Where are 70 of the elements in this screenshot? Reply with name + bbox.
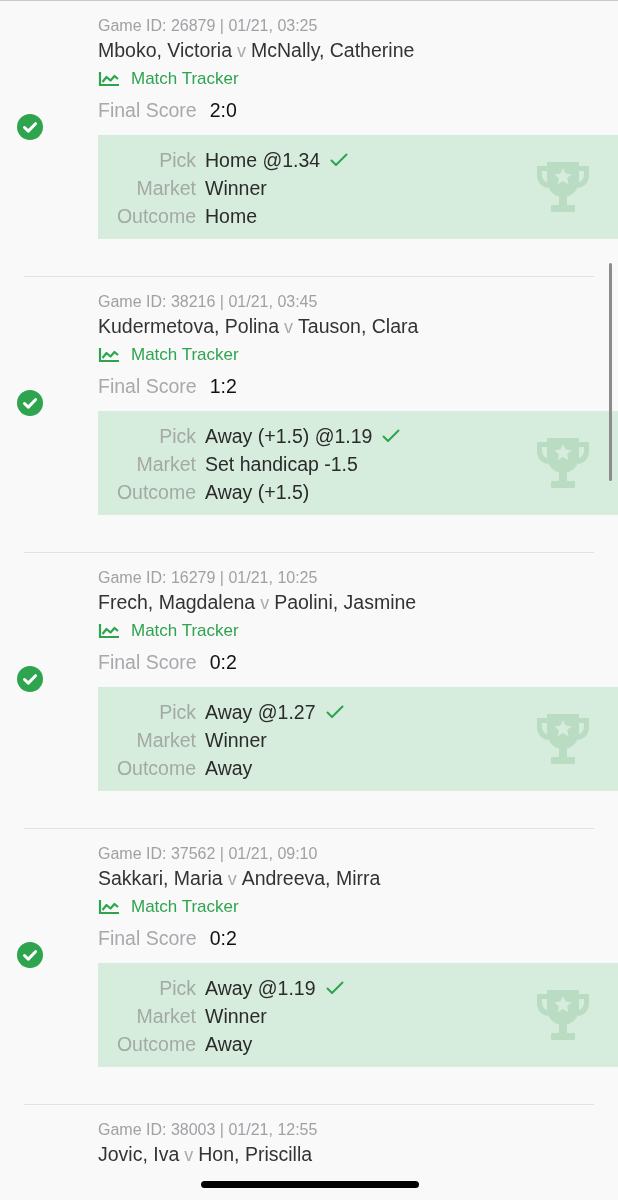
home-indicator[interactable] [201, 1181, 419, 1188]
game-id: Game ID: 37562 | 01/21, 09:10 [98, 844, 319, 864]
chart-icon [98, 347, 120, 363]
detail-value: Away (+1.5) @1.19 [205, 424, 373, 449]
match-tracker-link[interactable]: Match Tracker [98, 64, 239, 94]
player-name: Andreeva, Mirra [241, 866, 381, 891]
checkmark-icon [330, 153, 349, 167]
trophy-icon [534, 990, 592, 1042]
chart-icon [98, 71, 120, 87]
chart-icon [98, 899, 120, 915]
versus-label: v [260, 592, 270, 615]
match-tracker-link[interactable]: Match Tracker [98, 616, 239, 646]
player-name: Paolini, Jasmine [274, 590, 417, 615]
checkmark-icon [325, 705, 344, 719]
game-id: Game ID: 26879 | 01/21, 03:25 [98, 16, 319, 36]
final-score: 0:2 [209, 650, 237, 675]
scrollbar[interactable] [609, 263, 612, 481]
player-name: Sakkari, Maria [98, 866, 223, 891]
match-tracker-link[interactable]: Match Tracker [98, 340, 239, 370]
score-label: Final Score [98, 650, 197, 675]
trophy-icon [534, 162, 592, 214]
detail-label: Outcome [115, 480, 196, 505]
player-name: Hon, Priscilla [198, 1142, 313, 1167]
detail-label: Market [135, 728, 196, 753]
player-name: Jovic, Iva [98, 1142, 180, 1167]
trophy-icon [534, 438, 592, 490]
final-score: 2:0 [209, 98, 237, 123]
detail-value: Winner [205, 1004, 267, 1029]
score-label: Final Score [98, 926, 197, 951]
detail-label: Outcome [115, 1032, 196, 1057]
score-label: Final Score [98, 98, 197, 123]
detail-value: Away [205, 1032, 253, 1057]
versus-label: v [227, 868, 237, 891]
detail-value: Home @1.34 [205, 148, 321, 173]
final-score: 1:2 [209, 374, 237, 399]
detail-label: Market [135, 1004, 196, 1029]
chart-icon [98, 623, 120, 639]
player-name: Mboko, Victoria [98, 38, 233, 63]
player-name: Frech, Magdalena [98, 590, 256, 615]
score-label: Final Score [98, 374, 197, 399]
player-name: Tauson, Clara [298, 314, 419, 339]
detail-value: Winner [205, 728, 267, 753]
detail-value: Winner [205, 176, 267, 201]
game-id: Game ID: 38003 | 01/21, 12:55 [98, 1120, 319, 1140]
player-name: McNally, Catherine [251, 38, 415, 63]
detail-value: Home [205, 204, 258, 229]
game-id: Game ID: 38216 | 01/21, 03:45 [98, 292, 319, 312]
detail-label: Pick [158, 424, 196, 449]
detail-label: Pick [158, 148, 196, 173]
detail-label: Outcome [115, 756, 196, 781]
final-score: 0:2 [209, 926, 237, 951]
detail-label: Pick [158, 976, 196, 1001]
versus-label: v [184, 1144, 194, 1167]
trophy-icon [534, 714, 592, 766]
detail-value: Away (+1.5) [205, 480, 310, 505]
detail-label: Market [135, 176, 196, 201]
player-name: Kudermetova, Polina [98, 314, 280, 339]
versus-label: v [237, 40, 247, 63]
detail-label: Pick [158, 700, 196, 725]
checkmark-icon [382, 429, 401, 443]
detail-label: Outcome [115, 204, 196, 229]
detail-value: Set handicap -1.5 [205, 452, 358, 477]
detail-value: Away @1.27 [205, 700, 316, 725]
detail-value: Away @1.19 [205, 976, 316, 1001]
checkmark-icon [325, 981, 344, 995]
game-id: Game ID: 16279 | 01/21, 10:25 [98, 568, 319, 588]
versus-label: v [284, 316, 294, 339]
match-tracker-link[interactable]: Match Tracker [98, 892, 239, 922]
detail-value: Away [205, 756, 253, 781]
detail-label: Market [135, 452, 196, 477]
